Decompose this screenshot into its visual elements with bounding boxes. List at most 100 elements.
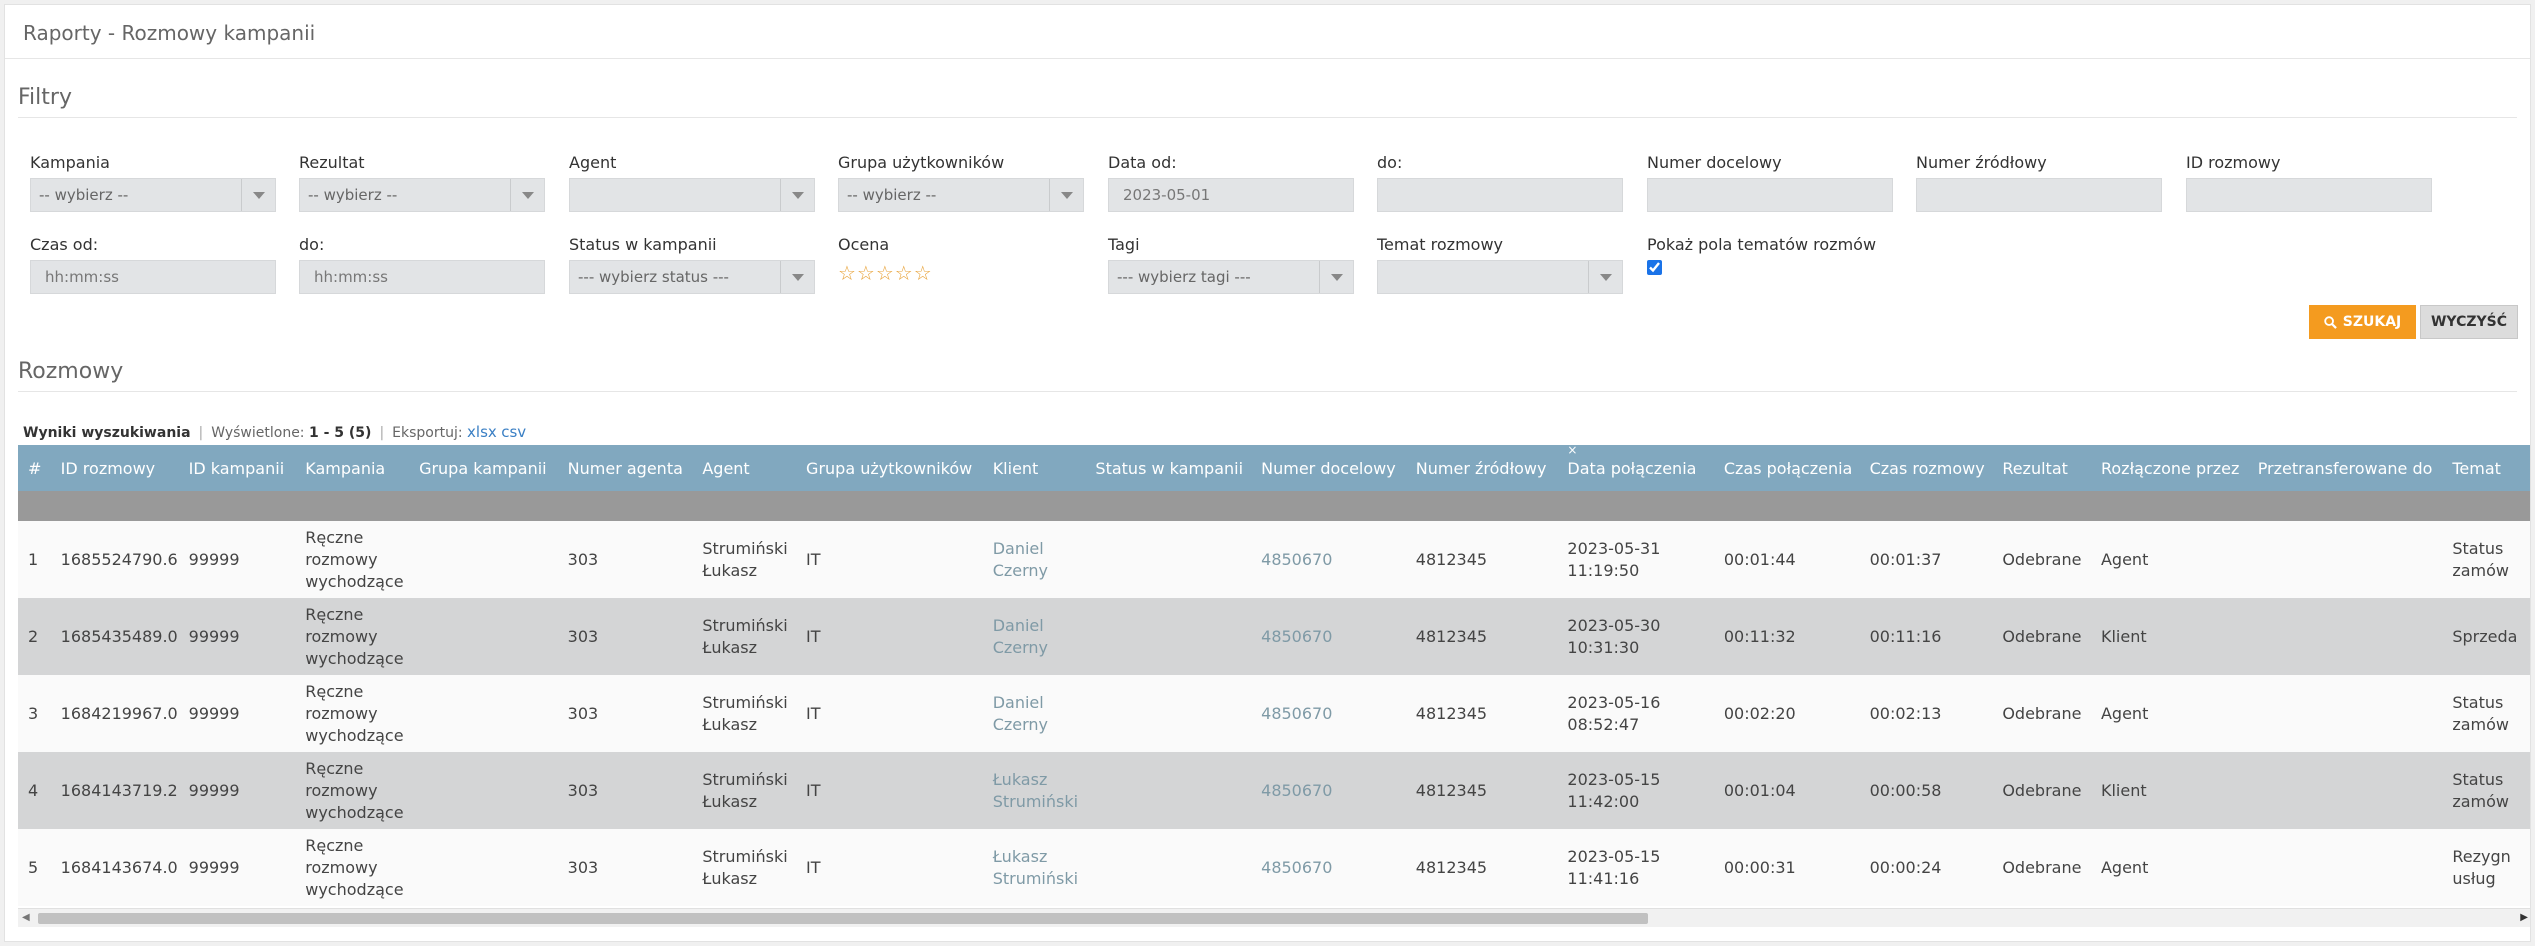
col-header[interactable]: Przetransferowane do [2248, 445, 2443, 491]
search-button[interactable]: SZUKAJ [2309, 305, 2416, 339]
table-cell[interactable]: 4850670 [1251, 521, 1406, 598]
data-od-input[interactable]: 2023-05-01 [1108, 178, 1354, 212]
col-header[interactable]: # [18, 445, 51, 491]
grupa-select[interactable]: -- wybierz -- [838, 178, 1084, 212]
filter-status: Status w kampanii --- wybierz status --- [569, 235, 815, 294]
kampania-select[interactable]: -- wybierz -- [30, 178, 276, 212]
title-bar: Raporty - Rozmowy kampanii [5, 5, 2530, 59]
table-cell[interactable]: 4850670 [1251, 829, 1406, 906]
scrollbar-thumb[interactable] [38, 913, 1648, 924]
table-cell[interactable]: Łukasz Strumiński [983, 752, 1086, 829]
table-cell[interactable]: 4850670 [1251, 752, 1406, 829]
temat-select[interactable] [1377, 260, 1623, 294]
table-cell: Agent [2100, 857, 2149, 877]
results-section-title: Rozmowy [18, 359, 124, 384]
numer-docelowy-input[interactable] [1647, 178, 1893, 212]
close-icon[interactable]: × [1567, 445, 1577, 457]
grupa-select-value: -- wybierz -- [847, 186, 937, 204]
col-header[interactable]: Numer docelowy [1251, 445, 1406, 491]
table-cell [409, 598, 558, 675]
table-cell [2248, 752, 2443, 829]
chevron-down-icon [510, 179, 544, 211]
col-header[interactable]: Numer agenta [558, 445, 693, 491]
id-rozmowy-input[interactable] [2186, 178, 2432, 212]
col-header[interactable]: Czas połączenia [1714, 445, 1860, 491]
results-divider [18, 391, 2517, 392]
status-select[interactable]: --- wybierz status --- [569, 260, 815, 294]
table-cell: 4812345 [1415, 626, 1488, 646]
col-header-data-polaczenia[interactable]: × Data połączenia [1557, 445, 1713, 491]
table-cell: Strumiński Łukasz [702, 846, 788, 888]
table-cell [2248, 521, 2443, 598]
table-cell: 4812345 [1415, 780, 1488, 800]
tagi-select[interactable]: --- wybierz tagi --- [1108, 260, 1354, 294]
grupa-label: Grupa użytkowników [838, 153, 1005, 172]
rezultat-label: Rezultat [299, 153, 365, 172]
table-cell [409, 521, 558, 598]
col-header[interactable]: Rezultat [1992, 445, 2091, 491]
table-cell: 1684143674.0 [60, 857, 178, 877]
table-cell [409, 752, 558, 829]
filter-rezultat: Rezultat -- wybierz -- [299, 153, 545, 212]
col-header[interactable]: Numer źródłowy [1406, 445, 1558, 491]
table-cell: 5 [28, 857, 39, 877]
data-do-input[interactable] [1377, 178, 1623, 212]
table-cell: Odebrane [2002, 780, 2082, 800]
col-header[interactable]: Klient [983, 445, 1086, 491]
export-xlsx-link[interactable]: xlsx [467, 423, 497, 441]
col-header[interactable]: Agent [692, 445, 796, 491]
chevron-down-icon [1049, 179, 1083, 211]
filter-czas-do: do: hh:mm:ss [299, 235, 545, 294]
col-header[interactable]: Czas rozmowy [1860, 445, 1993, 491]
star-rating[interactable]: ☆☆☆☆☆ [838, 260, 1084, 286]
table-cell: Agent [2100, 549, 2149, 569]
filter-temat: Temat rozmowy [1377, 235, 1623, 294]
table-row[interactable]: 5 1684143674.0 99999 Ręczne rozmowy wychodz… [18, 829, 2530, 906]
agent-select[interactable] [569, 178, 815, 212]
table-cell[interactable]: Daniel Czerny [983, 675, 1086, 752]
rezultat-select[interactable]: -- wybierz -- [299, 178, 545, 212]
table-cell[interactable]: Łukasz Strumiński [983, 829, 1086, 906]
numer-zrodlowy-label: Numer źródłowy [1916, 153, 2047, 172]
pokaz-checkbox[interactable] [1647, 260, 1662, 275]
results-info-bar: Wyniki wyszukiwania | Wyświetlone: 1 - 5 (… [23, 423, 526, 441]
filter-numer-docelowy: Numer docelowy [1647, 153, 1893, 212]
col-header[interactable]: Kampania [295, 445, 409, 491]
col-header[interactable]: Grupa użytkowników [796, 445, 983, 491]
col-header[interactable]: Status w kampanii [1085, 445, 1251, 491]
chevron-down-icon [1319, 261, 1353, 293]
clear-button[interactable]: WYCZYŚĆ [2420, 305, 2518, 339]
table-cell: 1684143719.2 [60, 780, 178, 800]
col-header[interactable]: Grupa kampanii [409, 445, 558, 491]
col-header[interactable]: ID kampanii [179, 445, 296, 491]
table-cell[interactable]: Daniel Czerny [983, 598, 1086, 675]
table-cell[interactable]: 4850670 [1251, 675, 1406, 752]
search-button-label: SZUKAJ [2342, 314, 2402, 330]
horizontal-scrollbar[interactable]: ◀ ▶ [18, 908, 2530, 927]
czas-od-input[interactable]: hh:mm:ss [30, 260, 276, 294]
numer-zrodlowy-input[interactable] [1916, 178, 2162, 212]
table-cell [1085, 675, 1251, 752]
scroll-right-icon[interactable]: ▶ [2520, 912, 2528, 923]
table-row[interactable]: 4 1684143719.2 99999 Ręczne rozmowy wychodz… [18, 752, 2530, 829]
table-row[interactable]: 2 1685435489.0 99999 Ręczne rozmowy wychodz… [18, 598, 2530, 675]
agent-label: Agent [569, 153, 617, 172]
col-header[interactable]: ID rozmowy [51, 445, 179, 491]
table-cell: Ręczne rozmowy wychodzące [305, 681, 404, 745]
col-header[interactable]: Temat [2442, 445, 2530, 491]
table-cell[interactable]: Daniel Czerny [983, 521, 1086, 598]
table-row[interactable]: 3 1684219967.0 99999 Ręczne rozmowy wychodz… [18, 675, 2530, 752]
temat-label: Temat rozmowy [1377, 235, 1503, 254]
czas-do-input[interactable]: hh:mm:ss [299, 260, 545, 294]
scroll-left-icon[interactable]: ◀ [22, 912, 30, 923]
col-header[interactable]: Rozłączone przez [2091, 445, 2248, 491]
filter-pokaz: Pokaż pola tematów rozmów [1647, 235, 1947, 279]
displayed-value: 1 - 5 (5) [308, 425, 372, 441]
export-csv-link[interactable]: csv [501, 423, 526, 441]
column-filter-row [18, 491, 2530, 521]
filter-czas-od: Czas od: hh:mm:ss [30, 235, 276, 294]
table-cell: Ręczne rozmowy wychodzące [305, 604, 404, 668]
table-row[interactable]: 1 1685524790.6 99999 Ręczne rozmowy wychodz… [18, 521, 2530, 598]
table-cell[interactable]: 4850670 [1251, 598, 1406, 675]
table-cell: 303 [567, 780, 599, 800]
